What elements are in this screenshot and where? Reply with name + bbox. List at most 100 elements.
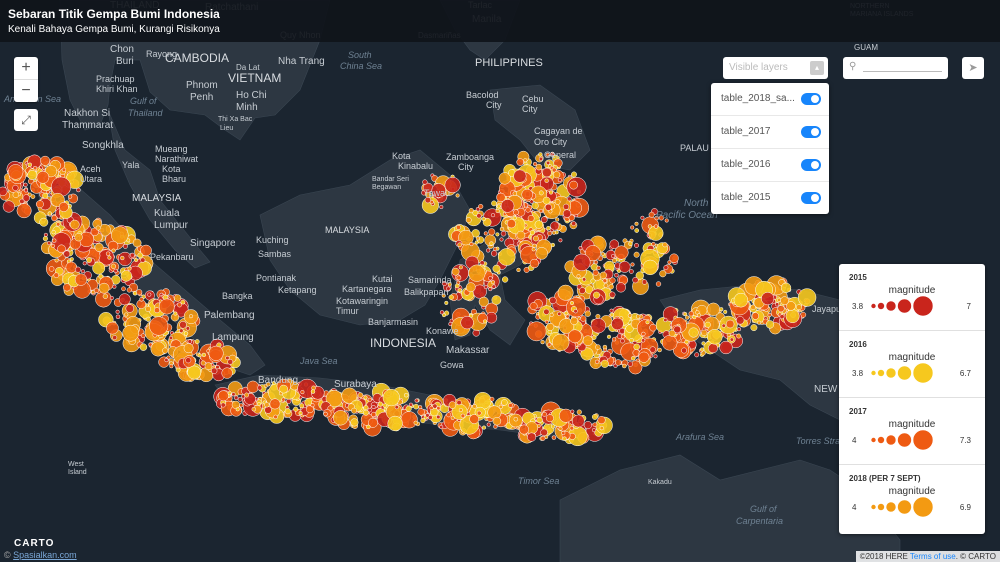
earthquake-point — [513, 209, 519, 216]
earthquake-point — [200, 360, 206, 366]
earthquake-point — [611, 317, 624, 331]
earthquake-point — [657, 347, 662, 353]
earthquake-point — [523, 158, 528, 163]
earthquake-point — [273, 414, 278, 420]
earthquake-point — [750, 324, 758, 332]
fullscreen-button[interactable]: ⤢ — [14, 109, 38, 131]
legend-year: 2018 (PER 7 SEPT) — [849, 474, 921, 483]
earthquake-point — [486, 422, 491, 427]
earthquake-point — [458, 265, 463, 270]
earthquake-point — [460, 315, 474, 330]
earthquake-point — [620, 338, 625, 344]
zoom-out-button[interactable]: − — [14, 79, 38, 102]
spasialkan-link[interactable]: Spasialkan.com — [13, 550, 77, 560]
earthquake-point — [211, 367, 218, 374]
svg-text:Kuala: Kuala — [154, 208, 180, 219]
svg-text:Kotawaringin: Kotawaringin — [336, 296, 388, 306]
earthquake-point — [549, 296, 557, 305]
earthquake-point — [594, 359, 600, 364]
earthquake-point — [427, 415, 433, 420]
earthquake-point — [622, 363, 627, 369]
legend-bubble — [912, 429, 934, 451]
earthquake-point — [558, 426, 563, 431]
legend-bubbles — [870, 295, 934, 317]
earthquake-point — [32, 165, 38, 171]
earthquake-point — [107, 255, 112, 260]
earthquake-point — [620, 334, 625, 339]
earthquake-point — [544, 203, 552, 211]
earthquake-point — [413, 420, 418, 425]
earthquake-point — [736, 316, 745, 325]
earthquake-point — [465, 217, 472, 224]
earthquake-point — [535, 163, 543, 171]
earthquake-point — [706, 302, 721, 316]
earthquake-point — [478, 203, 484, 210]
earthquake-point — [362, 409, 369, 416]
svg-text:Narathiwat: Narathiwat — [155, 154, 199, 164]
carto-credit-prefix: © — [4, 550, 14, 560]
earthquake-point — [490, 213, 496, 218]
earthquake-point — [614, 359, 622, 366]
earthquake-point — [640, 215, 645, 220]
earthquake-point — [394, 405, 399, 410]
earthquake-point — [681, 347, 688, 354]
earthquake-point — [300, 390, 305, 395]
svg-text:Torres Strait: Torres Strait — [796, 436, 845, 446]
earthquake-point — [490, 280, 496, 285]
earthquake-point — [58, 202, 69, 212]
svg-text:Thi Xa Bac: Thi Xa Bac — [218, 116, 253, 123]
share-button[interactable]: ➤ — [962, 57, 984, 79]
svg-text:Da Lat: Da Lat — [236, 63, 260, 72]
terms-of-use-link[interactable]: Terms of use — [910, 552, 956, 561]
earthquake-point — [761, 292, 775, 306]
layer-toggle[interactable] — [801, 159, 821, 171]
earthquake-point — [69, 257, 74, 262]
visible-layers-dropdown[interactable]: Visible layers ▴ — [723, 57, 828, 79]
earthquake-point — [439, 424, 444, 430]
attribution-carto: . © CARTO — [955, 552, 996, 561]
earthquake-point — [552, 333, 570, 352]
zoom-control: + − — [14, 57, 38, 102]
earthquake-point — [548, 190, 554, 195]
legend-year: 2017 — [849, 407, 867, 416]
earthquake-point — [609, 291, 616, 298]
legend-bubble — [897, 298, 912, 314]
earthquake-point — [111, 248, 116, 253]
earthquake-point — [179, 328, 184, 333]
earthquake-point — [785, 309, 800, 324]
svg-text:Makassar: Makassar — [446, 345, 490, 356]
earthquake-point — [627, 313, 633, 318]
zoom-in-button[interactable]: + — [14, 57, 38, 79]
earthquake-point — [645, 320, 650, 325]
earthquake-point — [573, 309, 578, 314]
svg-text:Cebu: Cebu — [522, 94, 544, 104]
earthquake-point — [121, 286, 126, 292]
search-input[interactable]: ⚲ — [843, 57, 948, 79]
earthquake-point — [284, 408, 291, 415]
svg-text:Utara: Utara — [80, 174, 102, 184]
earthquake-point — [56, 222, 61, 227]
layer-toggle[interactable] — [801, 126, 821, 138]
svg-text:Lampung: Lampung — [212, 332, 254, 343]
svg-text:GUAM: GUAM — [854, 43, 878, 52]
earthquake-point — [634, 228, 640, 233]
earthquake-point — [627, 361, 634, 367]
earthquake-point — [508, 403, 513, 408]
earthquake-point — [516, 158, 524, 166]
legend-bubbles — [870, 362, 934, 384]
svg-text:Bharu: Bharu — [162, 174, 186, 184]
earthquake-point — [555, 217, 560, 222]
earthquake-point — [134, 257, 139, 263]
earthquake-point — [12, 191, 20, 198]
earthquake-point — [534, 220, 544, 229]
earthquake-point — [569, 300, 575, 306]
earthquake-point — [635, 314, 641, 319]
earthquake-point — [618, 261, 631, 273]
earthquake-point — [593, 291, 600, 299]
layer-toggle[interactable] — [801, 93, 821, 105]
earthquake-point — [533, 235, 539, 242]
earthquake-point — [47, 241, 52, 246]
earthquake-point — [168, 335, 173, 340]
layer-toggle[interactable] — [801, 192, 821, 204]
earthquake-point — [599, 425, 604, 431]
